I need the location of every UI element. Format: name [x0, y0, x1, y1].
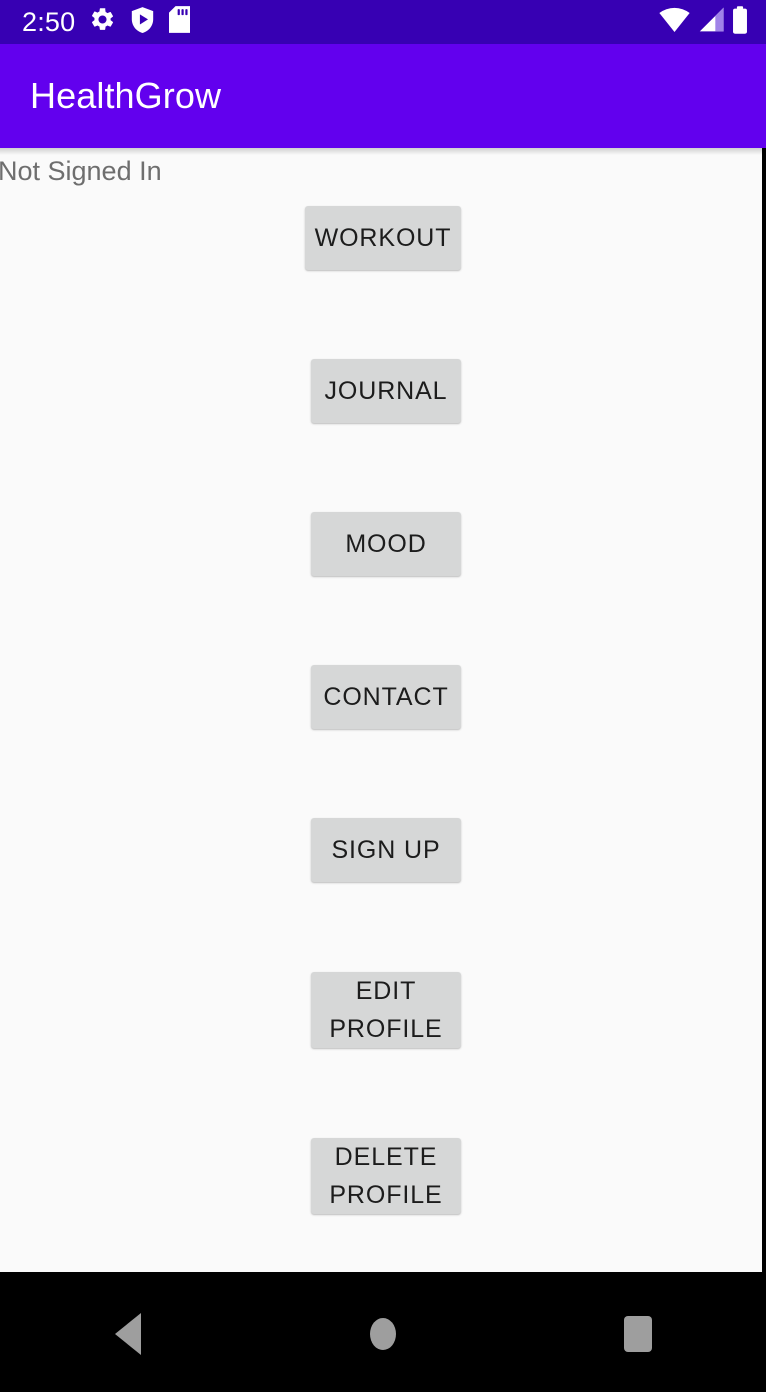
app-bar: HealthGrow [0, 44, 766, 148]
wifi-icon [659, 6, 690, 38]
recents-square-icon [624, 1316, 653, 1352]
status-bar-left-group: 2:50 [22, 6, 659, 38]
home-circle-icon [369, 1318, 396, 1350]
gear-icon [89, 6, 116, 38]
action-button-sign-up[interactable]: SIGN UP [311, 818, 461, 882]
nav-home-button[interactable] [255, 1276, 510, 1392]
action-button-journal[interactable]: JOURNAL [311, 359, 461, 423]
signin-status-label: Not Signed In [0, 156, 162, 186]
back-triangle-icon [114, 1313, 141, 1355]
action-button-mood[interactable]: MOOD [311, 512, 461, 576]
action-button-delete-profile[interactable]: DELETE PROFILE [311, 1138, 461, 1214]
nav-back-button[interactable] [0, 1276, 255, 1392]
status-bar-clock: 2:50 [22, 6, 76, 37]
app-title: HealthGrow [30, 75, 222, 116]
action-button-edit-profile[interactable]: EDIT PROFILE [311, 972, 461, 1048]
main-content: Not Signed In WORKOUT JOURNAL MOOD CONTACT S… [0, 148, 762, 1272]
cellular-signal-icon [697, 6, 725, 38]
status-bar: 2:50 [0, 0, 766, 44]
battery-icon [732, 5, 748, 39]
sd-card-icon [169, 6, 191, 38]
nav-recents-button[interactable] [511, 1276, 766, 1392]
status-bar-right-group [659, 5, 748, 39]
phone-screen: 2:50 HealthGrow Not Signed In WORKOUT JO… [0, 0, 766, 1392]
action-button-workout[interactable]: WORKOUT [305, 206, 461, 270]
action-button-contact[interactable]: CONTACT [311, 665, 461, 729]
play-protect-shield-icon [130, 6, 155, 38]
navigation-bar [0, 1276, 766, 1392]
